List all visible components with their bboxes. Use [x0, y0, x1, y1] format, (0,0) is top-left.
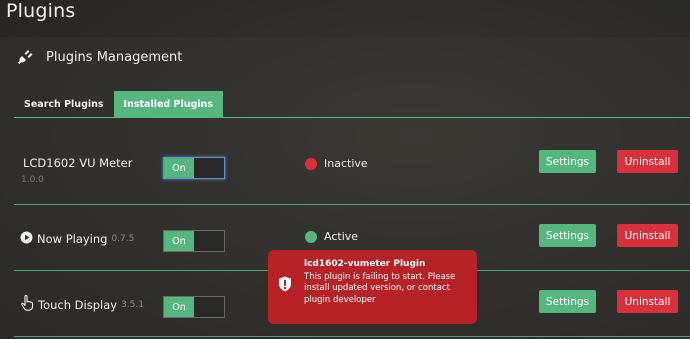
error-toast[interactable]: lcd1602-vumeter Plugin This plugin is fa…	[268, 250, 477, 324]
toggle-off-side	[194, 158, 224, 178]
row-divider	[14, 336, 690, 337]
toggle-on-label: On	[164, 297, 194, 317]
plugin-name-label: LCD1602 VU Meter	[23, 156, 133, 170]
toast-title: lcd1602-vumeter Plugin	[304, 259, 426, 269]
plug-icon	[16, 48, 34, 66]
tab-search-plugins[interactable]: Search Plugins	[14, 91, 114, 118]
settings-button-now-playing[interactable]: Settings	[539, 224, 596, 247]
status-dot-inactive	[305, 157, 317, 170]
settings-button-lcd1602[interactable]: Settings	[539, 150, 596, 173]
plugin-name-now-playing: Now Playing 0.7.5	[20, 231, 134, 247]
status-dot-active	[305, 230, 317, 243]
play-circle-icon	[20, 231, 33, 247]
status-label: Inactive	[324, 157, 368, 170]
plugin-version-lcd1602: 1.0.0	[21, 175, 44, 185]
status-now-playing: Active	[305, 230, 358, 243]
plugin-version-touch-display: 3.5.1	[121, 299, 144, 310]
toggle-touch-display[interactable]: On	[163, 296, 225, 318]
uninstall-button-lcd1602[interactable]: Uninstall	[617, 150, 678, 173]
toggle-lcd1602[interactable]: On	[163, 157, 225, 179]
toggle-off-side	[194, 231, 224, 251]
plugin-name-label: Now Playing	[37, 232, 108, 246]
uninstall-button-now-playing[interactable]: Uninstall	[617, 224, 678, 247]
row-divider	[14, 204, 690, 205]
tab-divider	[14, 117, 690, 118]
toggle-on-label: On	[164, 231, 194, 251]
tab-installed-plugins[interactable]: Installed Plugins	[113, 91, 223, 118]
plugin-name-touch-display: Touch Display 3.5.1	[20, 294, 144, 314]
settings-button-touch-display[interactable]: Settings	[539, 290, 596, 313]
toast-message: This plugin is failing to start. Please …	[304, 271, 456, 305]
toggle-now-playing[interactable]: On	[163, 230, 225, 252]
plugin-version-now-playing: 0.7.5	[111, 234, 135, 244]
section-title: Plugins Management	[46, 49, 183, 65]
uninstall-button-touch-display[interactable]: Uninstall	[617, 290, 678, 313]
error-shield-icon	[278, 276, 292, 292]
status-lcd1602: Inactive	[305, 157, 368, 170]
plugin-tabs: Search Plugins Installed Plugins	[14, 91, 223, 118]
status-label: Active	[324, 230, 359, 243]
toggle-off-side	[194, 297, 224, 317]
plugin-name-label: Touch Display	[38, 297, 118, 312]
touch-hand-icon	[20, 294, 34, 314]
toggle-on-label: On	[164, 158, 194, 178]
page-title: Plugins	[6, 0, 76, 22]
plugin-name-lcd1602: LCD1602 VU Meter	[23, 156, 132, 170]
section-header: Plugins Management	[16, 48, 182, 66]
